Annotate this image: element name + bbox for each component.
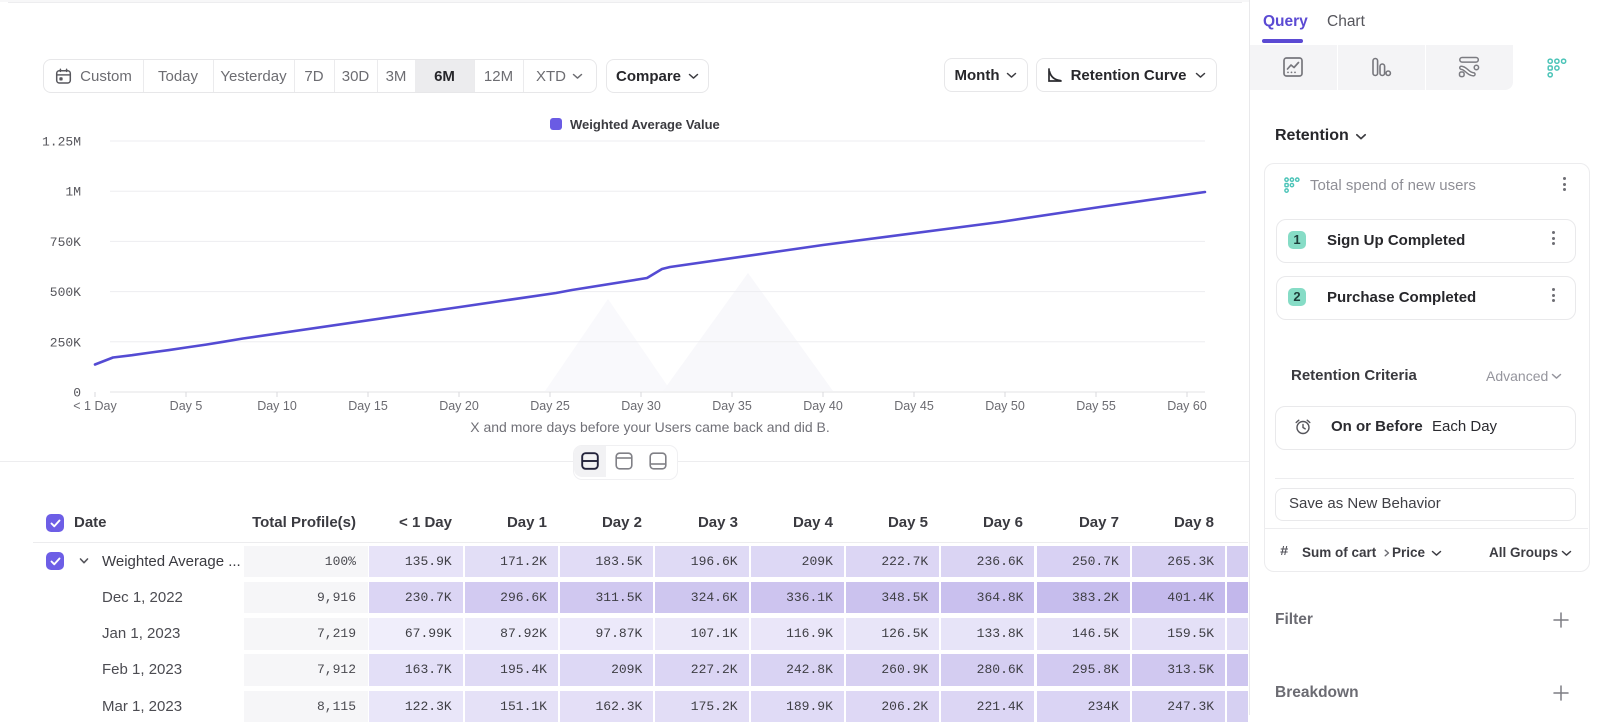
svg-text:Day 35: Day 35 xyxy=(712,399,752,413)
svg-text:Day 60: Day 60 xyxy=(1167,399,1207,413)
svg-text:Day 25: Day 25 xyxy=(530,399,570,413)
svg-text:Day 30: Day 30 xyxy=(621,399,661,413)
svg-text:750K: 750K xyxy=(50,235,81,250)
svg-text:Day 55: Day 55 xyxy=(1076,399,1116,413)
svg-text:250K: 250K xyxy=(50,335,81,350)
svg-text:Day 15: Day 15 xyxy=(348,399,388,413)
svg-text:Day 40: Day 40 xyxy=(803,399,843,413)
svg-text:Day 20: Day 20 xyxy=(439,399,479,413)
svg-text:Day 5: Day 5 xyxy=(170,399,203,413)
svg-text:1M: 1M xyxy=(65,185,81,200)
svg-text:1.25M: 1.25M xyxy=(42,135,81,150)
svg-text:Day 10: Day 10 xyxy=(257,399,297,413)
svg-text:Day 50: Day 50 xyxy=(985,399,1025,413)
svg-text:< 1 Day: < 1 Day xyxy=(73,399,117,413)
svg-text:500K: 500K xyxy=(50,285,81,300)
svg-text:Day 45: Day 45 xyxy=(894,399,934,413)
